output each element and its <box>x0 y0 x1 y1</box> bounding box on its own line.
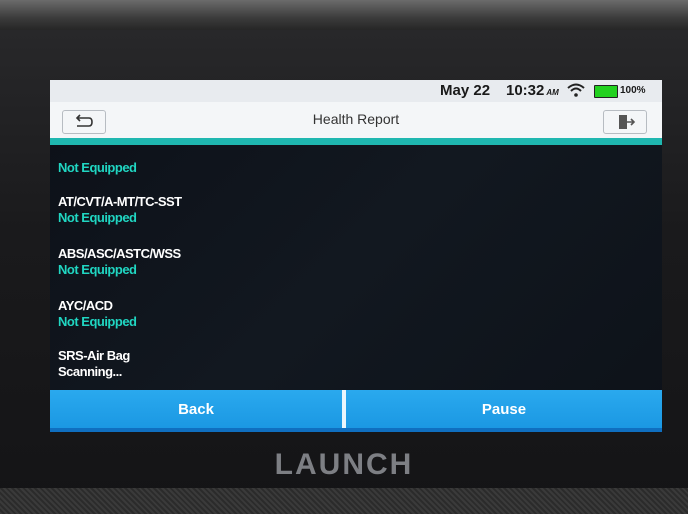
list-item: AT/CVT/A-MT/TC-SST Not Equipped <box>58 194 648 226</box>
exit-door-icon <box>619 115 636 129</box>
battery-percent: 100% <box>620 85 646 96</box>
item-status: Not Equipped <box>58 314 137 329</box>
item-status: Not Equipped <box>58 262 137 277</box>
list-item: AYC/ACD Not Equipped <box>58 298 648 330</box>
system-list: Not Equipped AT/CVT/A-MT/TC-SST Not Equi… <box>58 160 648 380</box>
status-time: 10:32 AM <box>506 82 559 99</box>
item-status: Scanning... <box>58 364 122 379</box>
item-label: AYC/ACD <box>58 298 113 313</box>
screen: May 22 10:32 AM 100% Health Report Not E… <box>50 80 662 432</box>
pause-button[interactable]: Pause <box>346 390 662 428</box>
back-button[interactable]: Back <box>50 390 342 428</box>
exit-button[interactable] <box>603 110 647 134</box>
status-time-value: 10:32 <box>506 82 545 99</box>
item-label: ABS/ASC/ASTC/WSS <box>58 246 181 261</box>
page-title: Health Report <box>312 111 400 127</box>
list-item: ABS/ASC/ASTC/WSS Not Equipped <box>58 246 648 278</box>
item-status: Not Equipped <box>58 210 137 225</box>
item-label: AT/CVT/A-MT/TC-SST <box>58 194 182 209</box>
title-bar: Health Report <box>50 102 662 145</box>
battery-icon <box>594 85 618 98</box>
device-frame: May 22 10:32 AM 100% Health Report Not E… <box>0 0 688 514</box>
status-bar: May 22 10:32 AM 100% <box>50 80 662 102</box>
action-bar: Back Pause <box>50 390 662 432</box>
item-label: SRS-Air Bag <box>58 348 130 363</box>
status-date: May 22 <box>440 82 491 99</box>
list-item: SRS-Air Bag Scanning... <box>58 348 648 380</box>
list-item: Not Equipped <box>58 160 648 176</box>
wifi-icon <box>567 83 585 101</box>
launch-logo: LAUNCH <box>274 448 414 481</box>
item-status: Not Equipped <box>58 160 137 175</box>
status-ampm: AM <box>546 88 559 97</box>
